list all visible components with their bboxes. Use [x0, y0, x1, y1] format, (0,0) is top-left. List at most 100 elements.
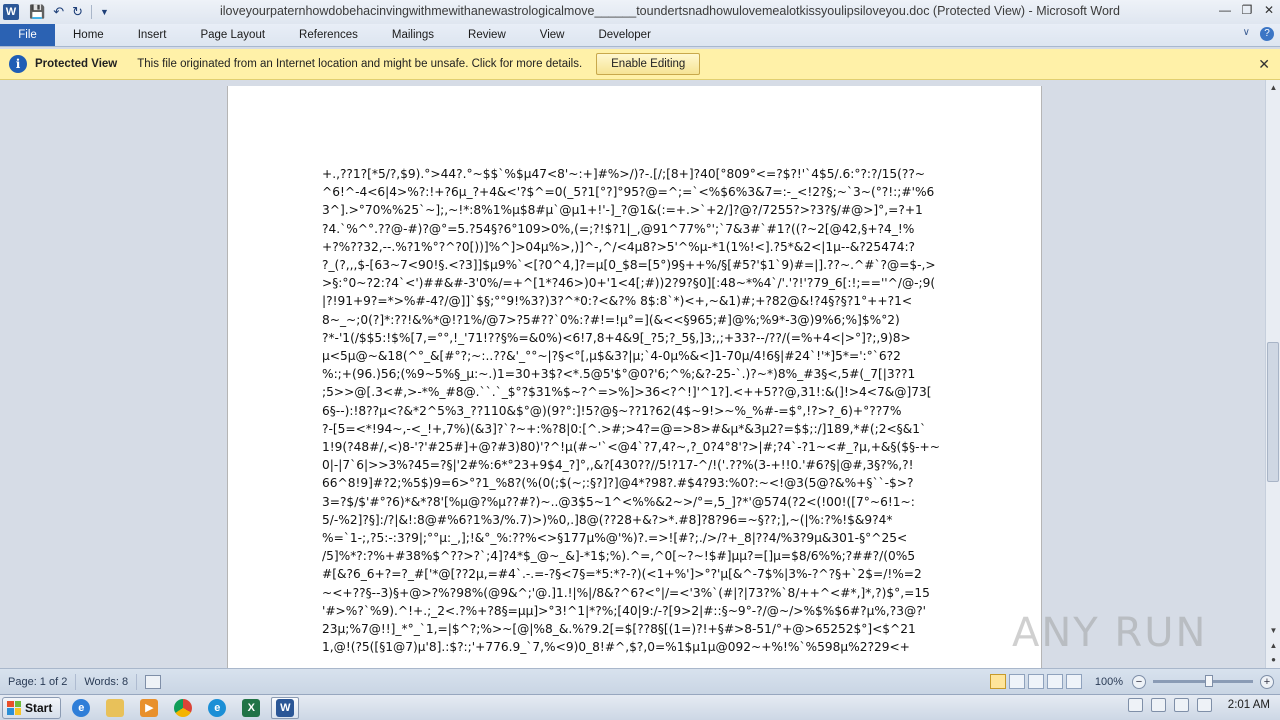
tab-view[interactable]: View: [523, 24, 582, 46]
document-line[interactable]: %=`1-;,?5:-:3?9|;°°µ:_,];!&°_%:??%<>§177…: [322, 529, 950, 547]
document-line[interactable]: 1,@!(?5([§1@7)µ'8].:$?:;'+776.9_`7,%<9)0…: [322, 638, 950, 656]
document-line[interactable]: ^6!^-4<6|4>%?:!+?6µ_?+4&<'?$^=0(_5?1[°?]…: [322, 183, 950, 201]
document-line[interactable]: 1!9(?48#/,<)8-'?'#25#]+@?#3)80)'?^!µ(#~'…: [322, 438, 950, 456]
tab-page-layout[interactable]: Page Layout: [183, 24, 282, 46]
tab-mailings[interactable]: Mailings: [375, 24, 451, 46]
previous-page-icon[interactable]: ▲: [1266, 638, 1280, 653]
word-icon: W: [276, 698, 295, 717]
document-line[interactable]: %:;+(96.)56;(%9~5%§_µ:~.)1=30+3$?<*.5@5'…: [322, 365, 950, 383]
tab-references[interactable]: References: [282, 24, 375, 46]
document-line[interactable]: '#>%?`%9).^!+.;_2<.?%+?8§=µµ]>°3!^1|*?%;…: [322, 602, 950, 620]
taskbar-media-player[interactable]: ▶: [135, 697, 163, 719]
document-line[interactable]: >§:°0~?2:?4`<')##&#-3'0%/=+^[1*?46>)0+'1…: [322, 274, 950, 292]
tab-insert[interactable]: Insert: [121, 24, 184, 46]
document-line[interactable]: 0|-|7`6|>>3%?45=?§|'2#%:6*°23+9$4_?]°,,&…: [322, 456, 950, 474]
taskbar-chrome[interactable]: [169, 697, 197, 719]
status-bar: Page: 1 of 2 Words: 8 100% − +: [0, 668, 1280, 694]
document-line[interactable]: #[&?6_6+?=?_#['*@[??2µ,=#4`.-.=-?§<7§=*5…: [322, 565, 950, 583]
scroll-up-icon[interactable]: ▲: [1266, 80, 1280, 95]
document-line[interactable]: ?_(?,,,$-[63~7<90!§.<?3]]$µ9%`<[?0^4,]?=…: [322, 256, 950, 274]
document-line[interactable]: ?4.`%^°.??@-#)?@°=5.?54§?6°109>0%,(=;?!$…: [322, 220, 950, 238]
word-app-icon[interactable]: W: [3, 4, 19, 20]
protected-view-title: Protected View: [35, 58, 118, 70]
save-icon[interactable]: 💾: [29, 4, 45, 20]
start-button[interactable]: Start: [2, 696, 62, 719]
restore-icon[interactable]: ❐: [1236, 0, 1258, 20]
info-icon: i: [9, 55, 27, 73]
document-line[interactable]: µ<5µ@~&18(^°_&[#°?;~:..??&'_°°~|?§<°[,µ$…: [322, 347, 950, 365]
close-icon[interactable]: ✕: [1258, 0, 1280, 20]
taskbar-edge[interactable]: e: [203, 697, 231, 719]
zoom-slider[interactable]: [1153, 675, 1253, 687]
ribbon-tabs: File Home Insert Page Layout References …: [0, 24, 1280, 47]
redo-icon[interactable]: ↻: [72, 4, 83, 20]
document-page[interactable]: +.,??1?[*5/?,$9).°>44?.°~$$`%$µ47<8'~:+]…: [227, 86, 1042, 668]
scroll-down-icon[interactable]: ▼: [1266, 623, 1280, 638]
document-line[interactable]: 3=?$/$'#°?6)*&*?8'[%µ@?%µ??#?)~..@3$5~1^…: [322, 493, 950, 511]
minimize-icon[interactable]: —: [1214, 0, 1236, 20]
folder-icon: [106, 698, 125, 717]
volume-icon[interactable]: [1196, 698, 1212, 712]
outline-view-icon[interactable]: [1046, 674, 1063, 689]
protected-view-message[interactable]: This file originated from an Internet lo…: [137, 58, 582, 70]
document-line[interactable]: 5/-%2]?§]:/?|&!:8@#%6?1%3/%.7)>)%0,.]8@(…: [322, 511, 950, 529]
vertical-scrollbar[interactable]: ▲ ▼ ▲ ●: [1265, 80, 1280, 668]
document-line[interactable]: |?!91+9?=*>%#-4?/@]]`$§;°°9!%3?)3?^*0:?<…: [322, 292, 950, 310]
taskbar-explorer[interactable]: [101, 697, 129, 719]
document-area[interactable]: +.,??1?[*5/?,$9).°>44?.°~$$`%$µ47<8'~:+]…: [0, 80, 1265, 668]
browse-object-icon[interactable]: ●: [1266, 652, 1280, 667]
document-line[interactable]: ?*-'1(/$$5:!$%[7,=°°,!_'71!??§%=&0%)<6!7…: [322, 329, 950, 347]
zoom-level[interactable]: 100%: [1095, 676, 1123, 688]
close-icon[interactable]: ✕: [1258, 56, 1270, 73]
qat-separator: [91, 5, 92, 19]
document-line[interactable]: 66^8!9]#?2;%5$)9=6>°?1_%8?(%(0(;$(~;:§?]…: [322, 474, 950, 492]
clock[interactable]: 2:01 AM: [1228, 699, 1270, 711]
media-player-icon: ▶: [140, 698, 159, 717]
document-line[interactable]: +.,??1?[*5/?,$9).°>44?.°~$$`%$µ47<8'~:+]…: [322, 165, 950, 183]
excel-icon: X: [242, 698, 261, 717]
title-bar: W 💾 ↶ ↻ ▼ iloveyourpaternhowdobehacinvin…: [0, 0, 1280, 24]
window-title: iloveyourpaternhowdobehacinvingwithmewit…: [219, 4, 1121, 18]
quick-access-toolbar: 💾 ↶ ↻ ▼: [29, 4, 109, 20]
minimize-ribbon-icon[interactable]: ∨: [1243, 27, 1250, 41]
undo-icon[interactable]: ↶: [53, 4, 64, 20]
customize-qat-icon[interactable]: ▼: [100, 7, 109, 17]
internet-explorer-icon: e: [72, 698, 91, 717]
zoom-slider-knob[interactable]: [1205, 675, 1213, 687]
tab-home[interactable]: Home: [55, 24, 121, 46]
zoom-in-icon[interactable]: +: [1260, 674, 1274, 689]
scrollbar-thumb[interactable]: [1267, 342, 1279, 482]
taskbar-word[interactable]: W: [271, 696, 300, 719]
flag-icon[interactable]: [1173, 698, 1189, 712]
document-line[interactable]: +?%??32,--.%?1%°?^?0[))]%^]>04µ%>,)]^-,^…: [322, 238, 950, 256]
protected-view-bar: i Protected View This file originated fr…: [0, 49, 1280, 80]
document-body-text[interactable]: +.,??1?[*5/?,$9).°>44?.°~$$`%$µ47<8'~:+]…: [322, 165, 950, 656]
tab-review[interactable]: Review: [451, 24, 523, 46]
web-layout-icon[interactable]: [1027, 674, 1044, 689]
taskbar-excel[interactable]: X: [237, 697, 265, 719]
taskbar-internet-explorer[interactable]: e: [67, 697, 95, 719]
document-line[interactable]: 6§--):!8??µ<?&*2^5%3_??110&$°@)(9?°:]!5?…: [322, 402, 950, 420]
page-count[interactable]: Page: 1 of 2: [0, 673, 77, 690]
document-line[interactable]: ;5>>@[.3<#,>-*%_#8@.``.`_$°?$31%$~?^=>%]…: [322, 383, 950, 401]
draft-view-icon[interactable]: [1065, 674, 1082, 689]
document-line[interactable]: 23µ;%7@!!]_*°_`1,=|$^?;%>~[@|%8_&.%?9.2[…: [322, 620, 950, 638]
document-line[interactable]: 8~_~;0(?]*:??!&%*@!?1%/@7>?5#??`0%:?#!=!…: [322, 311, 950, 329]
help-icon[interactable]: ?: [1260, 27, 1274, 41]
network-icon[interactable]: [1150, 698, 1166, 712]
full-screen-reading-icon[interactable]: [1008, 674, 1025, 689]
document-line[interactable]: ~<+??§--3)§+@>?%?98%(@9&^;'@.]1.!|%|/8&?…: [322, 584, 950, 602]
zoom-out-icon[interactable]: −: [1132, 674, 1146, 689]
document-line[interactable]: 3^].>°70%%25`~];,~!*:8%1%µ$8#µ`@µ1+!'-]_…: [322, 201, 950, 219]
document-line[interactable]: ?-[5=<*!94~,-<_!+,7%)(&3]?`?~+:%?8|0:[^.…: [322, 420, 950, 438]
proofing-icon[interactable]: [145, 674, 162, 689]
system-tray: 2:01 AM: [1127, 698, 1274, 712]
print-layout-view-icon[interactable]: [989, 674, 1006, 689]
enable-editing-button[interactable]: Enable Editing: [596, 53, 701, 75]
document-line[interactable]: /5]%*?:?%+#38%$^??>?`;4]?4*$_@~_&]-*1$;%…: [322, 547, 950, 565]
action-center-icon[interactable]: [1127, 698, 1143, 712]
tab-developer[interactable]: Developer: [581, 24, 667, 46]
word-count[interactable]: Words: 8: [76, 673, 138, 690]
tab-file[interactable]: File: [0, 24, 55, 46]
chrome-icon: [174, 698, 193, 717]
